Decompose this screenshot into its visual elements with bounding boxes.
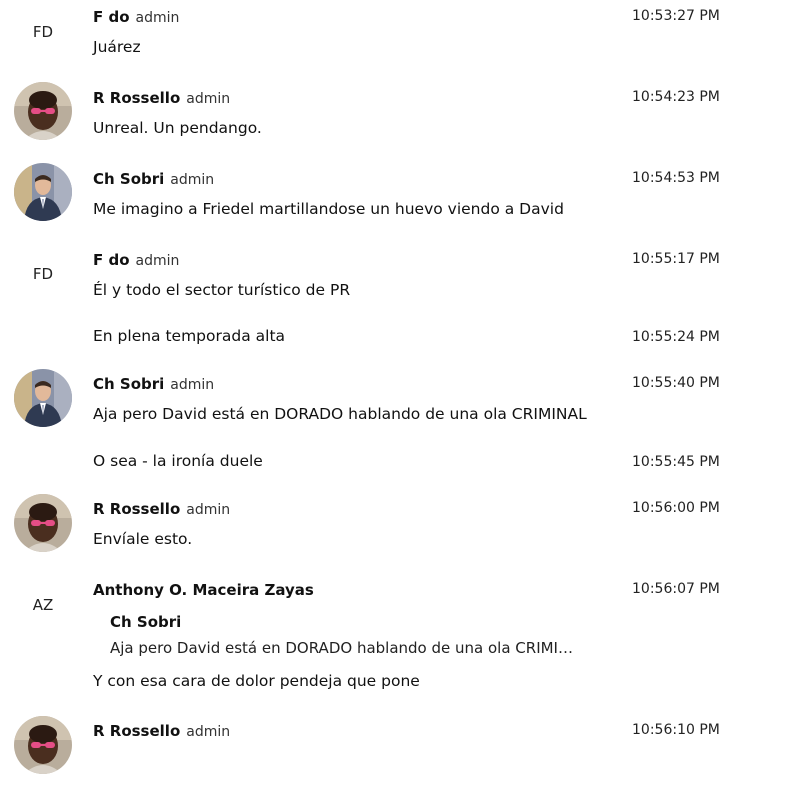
- author-role: admin: [170, 377, 215, 393]
- avatar-initials[interactable]: AZ: [13, 596, 73, 614]
- author-name[interactable]: Ch Sobri: [93, 375, 164, 393]
- message-text: Envíale esto.: [93, 530, 193, 548]
- message-text: Él y todo el sector turístico de PR: [93, 281, 351, 299]
- author-role: admin: [135, 10, 180, 26]
- message-timestamp: 10:54:53 PM: [632, 170, 720, 186]
- author-role: admin: [186, 724, 231, 740]
- message-author[interactable]: R Rossello admin: [93, 89, 230, 107]
- author-role: admin: [186, 502, 231, 518]
- message-timestamp: 10:56:10 PM: [632, 722, 720, 738]
- avatar[interactable]: [14, 369, 72, 427]
- message-text: Juárez: [93, 38, 141, 56]
- message-timestamp: 10:55:40 PM: [632, 375, 720, 391]
- author-name[interactable]: F do: [93, 251, 130, 269]
- message-text: Unreal. Un pendango.: [93, 119, 262, 137]
- message-author[interactable]: Anthony O. Maceira Zayas: [93, 581, 314, 599]
- avatar-photo-child-pink-glasses: [14, 494, 72, 552]
- avatar[interactable]: [14, 716, 72, 774]
- author-role: admin: [170, 172, 215, 188]
- message-text: Me imagino a Friedel martillandose un hu…: [93, 200, 564, 218]
- message-timestamp: 10:55:24 PM: [632, 329, 720, 345]
- author-name[interactable]: Ch Sobri: [93, 170, 164, 188]
- message-text: En plena temporada alta: [93, 327, 286, 345]
- author-name[interactable]: R Rossello: [93, 89, 180, 107]
- author-role: admin: [135, 253, 180, 269]
- quote-text: Aja pero David está en DORADO hablando d…: [110, 639, 573, 657]
- avatar[interactable]: [14, 494, 72, 552]
- message-timestamp: 10:55:45 PM: [632, 454, 720, 470]
- author-name[interactable]: F do: [93, 8, 130, 26]
- avatar[interactable]: [14, 163, 72, 221]
- quote-author: Ch Sobri: [110, 613, 182, 631]
- message-author[interactable]: F do admin: [93, 8, 179, 26]
- message-timestamp: 10:53:27 PM: [632, 8, 720, 24]
- message-timestamp: 10:56:00 PM: [632, 500, 720, 516]
- avatar-photo-child-pink-glasses: [14, 82, 72, 140]
- message-author[interactable]: F do admin: [93, 251, 179, 269]
- message-author[interactable]: R Rossello admin: [93, 500, 230, 518]
- avatar-photo-man-suit: [14, 163, 72, 221]
- avatar-initials[interactable]: FD: [13, 265, 73, 283]
- avatar[interactable]: [14, 82, 72, 140]
- message-author[interactable]: R Rossello admin: [93, 722, 230, 740]
- avatar-photo-child-pink-glasses: [14, 716, 72, 774]
- message-timestamp: 10:55:17 PM: [632, 251, 720, 267]
- message-timestamp: 10:54:23 PM: [632, 89, 720, 105]
- avatar-photo-man-suit: [14, 369, 72, 427]
- author-role: admin: [186, 91, 231, 107]
- author-name[interactable]: Anthony O. Maceira Zayas: [93, 581, 314, 599]
- author-name[interactable]: R Rossello: [93, 722, 180, 740]
- message-text: Aja pero David está en DORADO hablando d…: [93, 405, 587, 423]
- message-timestamp: 10:56:07 PM: [632, 581, 720, 597]
- avatar-initials[interactable]: FD: [13, 23, 73, 41]
- chat-message-list: FD F do admin 10:53:27 PM Juárez R Rossel…: [0, 0, 800, 800]
- message-author[interactable]: Ch Sobri admin: [93, 375, 214, 393]
- message-author[interactable]: Ch Sobri admin: [93, 170, 214, 188]
- message-text: O sea - la ironía duele: [93, 452, 263, 470]
- author-name[interactable]: R Rossello: [93, 500, 180, 518]
- message-text: Y con esa cara de dolor pendeja que pone: [93, 672, 420, 690]
